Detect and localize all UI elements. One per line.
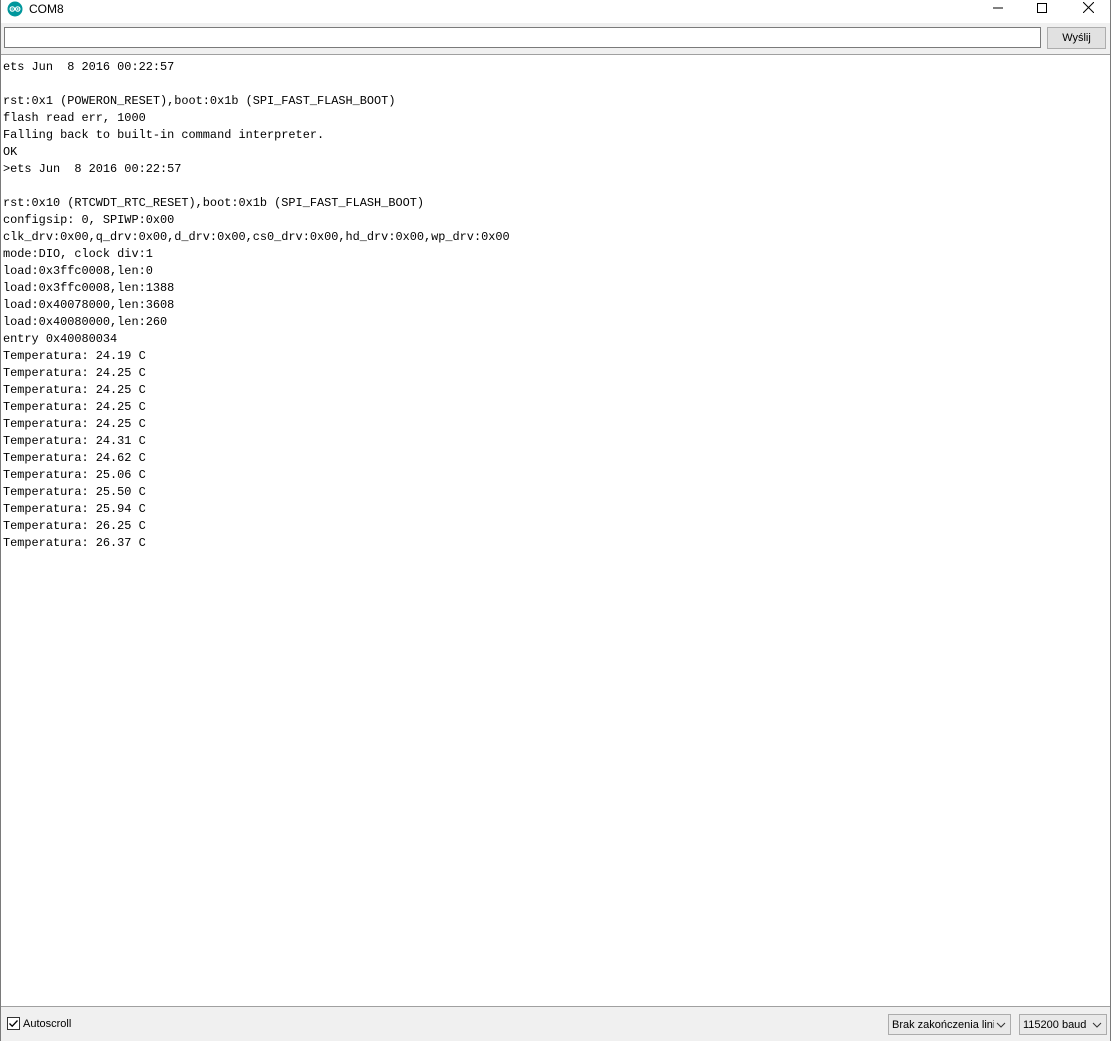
minimize-button[interactable] <box>975 0 1021 18</box>
arduino-icon <box>7 1 23 17</box>
line-ending-select[interactable]: Brak zakończenia lini <box>888 1014 1011 1035</box>
send-button[interactable]: Wyślij <box>1047 27 1106 49</box>
serial-output[interactable]: ets Jun 8 2016 00:22:57 rst:0x1 (POWERON… <box>1 54 1110 1007</box>
baud-rate-value: 115200 baud <box>1023 1018 1087 1031</box>
serial-monitor-window: COM8 Wyślij ets Jun 8 2016 00:22:57 rst:… <box>0 0 1111 1041</box>
maximize-icon <box>1037 0 1047 18</box>
close-button[interactable] <box>1065 0 1111 18</box>
chevron-down-icon <box>1090 1018 1104 1032</box>
baud-rate-select[interactable]: 115200 baud <box>1019 1014 1107 1035</box>
window-title: COM8 <box>29 2 64 16</box>
chevron-down-icon <box>994 1018 1008 1032</box>
serial-send-input[interactable] <box>4 27 1041 48</box>
autoscroll-label: Autoscroll <box>23 1017 72 1030</box>
autoscroll-checkbox[interactable] <box>7 1017 20 1030</box>
title-bar[interactable]: COM8 <box>1 0 1110 23</box>
checkmark-icon <box>9 1020 18 1028</box>
send-bar: Wyślij <box>1 23 1110 54</box>
serial-output-text: ets Jun 8 2016 00:22:57 rst:0x1 (POWERON… <box>3 60 510 550</box>
autoscroll-toggle[interactable]: Autoscroll <box>7 1017 71 1030</box>
minimize-icon <box>993 0 1003 18</box>
maximize-button[interactable] <box>1019 0 1065 18</box>
close-icon <box>1082 0 1094 18</box>
status-bar: Autoscroll Brak zakończenia lini 115200 … <box>1 1008 1110 1041</box>
line-ending-value: Brak zakończenia lini <box>892 1018 994 1031</box>
